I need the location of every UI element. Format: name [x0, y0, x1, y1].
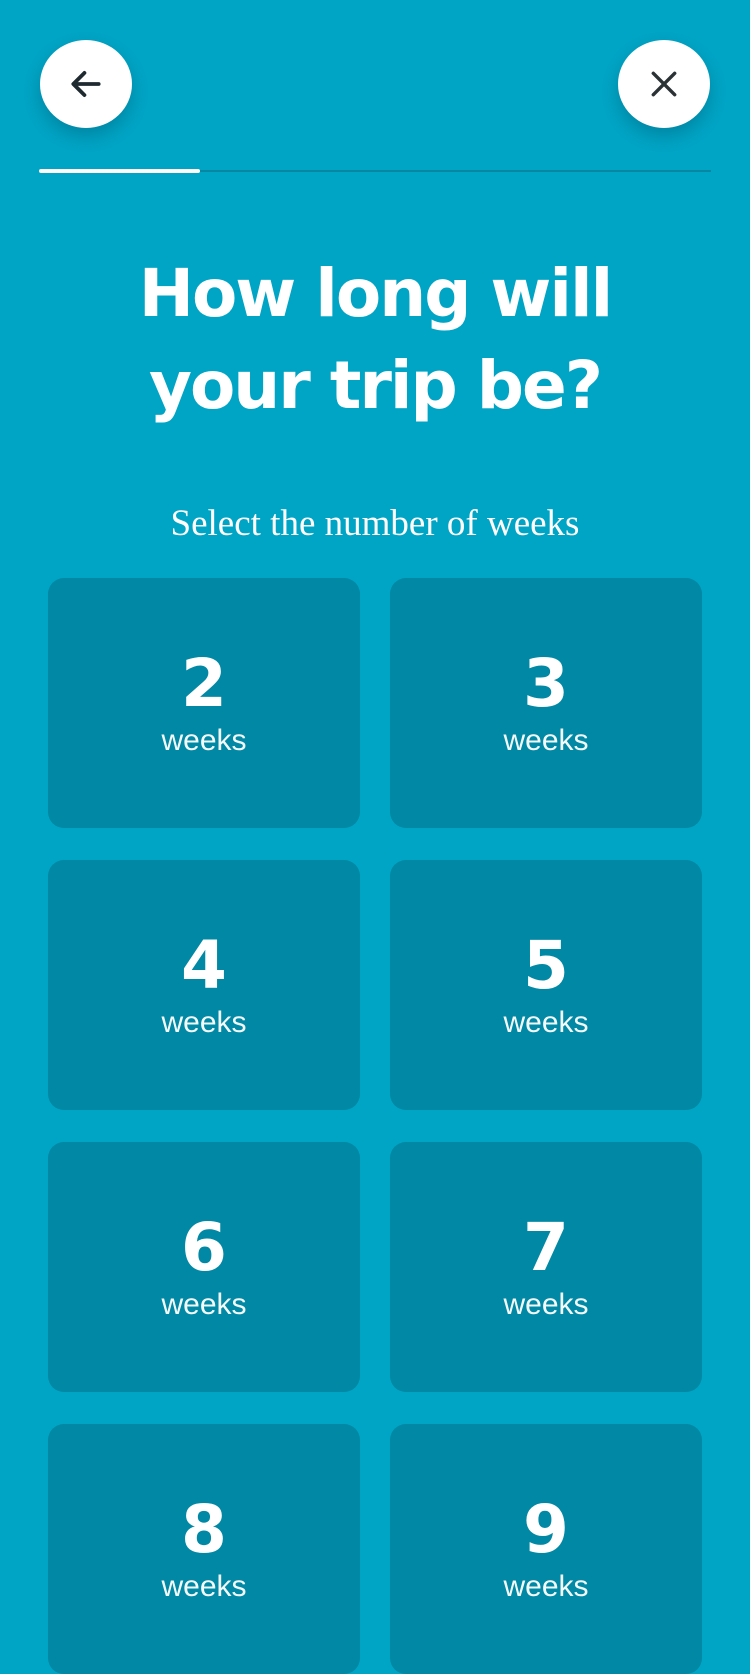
week-option-9[interactable]: 9 weeks — [390, 1424, 702, 1674]
arrow-left-icon — [67, 65, 105, 103]
progress-bar — [39, 169, 711, 173]
week-option-number: 6 — [181, 1209, 227, 1286]
page-title-line-2: your trip be? — [148, 347, 603, 424]
week-option-number: 2 — [181, 645, 227, 722]
week-option-unit: weeks — [503, 1288, 589, 1321]
week-option-7[interactable]: 7 weeks — [390, 1142, 702, 1392]
week-option-3[interactable]: 3 weeks — [390, 578, 702, 828]
week-option-number: 3 — [523, 645, 569, 722]
week-option-unit: weeks — [161, 1288, 247, 1321]
close-button[interactable] — [618, 40, 710, 128]
week-option-unit: weeks — [503, 1006, 589, 1039]
week-option-4[interactable]: 4 weeks — [48, 860, 360, 1110]
week-option-8[interactable]: 8 weeks — [48, 1424, 360, 1674]
week-option-number: 8 — [181, 1491, 227, 1568]
week-options-grid: 2 weeks 3 weeks 4 weeks 5 weeks 6 weeks … — [48, 578, 702, 1674]
week-option-number: 9 — [523, 1491, 569, 1568]
close-x-icon — [648, 68, 680, 100]
week-option-5[interactable]: 5 weeks — [390, 860, 702, 1110]
progress-bar-fill — [39, 169, 201, 173]
week-option-number: 4 — [181, 927, 227, 1004]
week-option-6[interactable]: 6 weeks — [48, 1142, 360, 1392]
week-option-2[interactable]: 2 weeks — [48, 578, 360, 828]
week-option-number: 5 — [523, 927, 569, 1004]
page-subtitle: Select the number of weeks — [170, 503, 580, 544]
week-option-number: 7 — [523, 1209, 569, 1286]
week-option-unit: weeks — [161, 724, 247, 757]
page-title: How long will your trip be? — [0, 248, 750, 432]
back-button[interactable] — [40, 40, 132, 128]
week-option-unit: weeks — [503, 724, 589, 757]
week-option-unit: weeks — [161, 1006, 247, 1039]
week-option-unit: weeks — [161, 1570, 247, 1603]
week-option-unit: weeks — [503, 1570, 589, 1603]
page-title-line-1: How long will — [138, 255, 614, 332]
